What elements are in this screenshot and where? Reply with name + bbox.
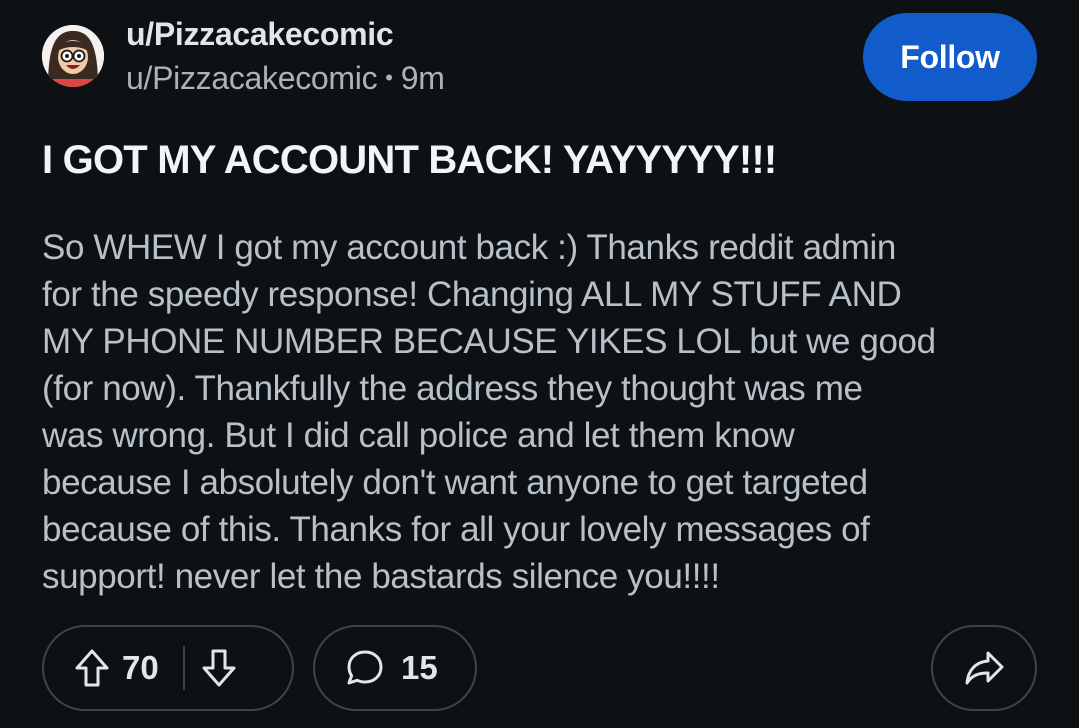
avatar[interactable] bbox=[42, 25, 104, 87]
author-display-name[interactable]: u/Pizzacakecomic bbox=[126, 12, 445, 56]
vote-bar: 70 bbox=[42, 625, 294, 711]
avatar-image bbox=[42, 25, 104, 87]
upvote-count: 70 bbox=[122, 649, 159, 686]
post-body-line: MY PHONE NUMBER BECAUSE YIKES LOL but we… bbox=[42, 322, 936, 361]
comments-button[interactable]: 15 bbox=[313, 625, 477, 711]
meta-separator: • bbox=[385, 65, 393, 90]
post-body: So WHEW I got my account back :) Thanks … bbox=[42, 224, 1042, 600]
post-body-line: because I absolutely don't want anyone t… bbox=[42, 463, 868, 502]
post-body-line: So WHEW I got my account back :) Thanks … bbox=[42, 228, 896, 267]
author-username[interactable]: u/Pizzacakecomic bbox=[126, 60, 378, 96]
upvote-icon[interactable] bbox=[74, 648, 110, 688]
follow-button[interactable]: Follow bbox=[863, 13, 1037, 101]
comment-count: 15 bbox=[401, 649, 438, 686]
downvote-icon[interactable] bbox=[201, 648, 237, 688]
post-body-line: because of this. Thanks for all your lov… bbox=[42, 510, 870, 549]
post-header: u/Pizzacakecomic u/Pizzacakecomic • 9m bbox=[126, 12, 445, 100]
post-timestamp: 9m bbox=[400, 60, 445, 96]
share-icon bbox=[963, 649, 1005, 687]
post-title: I GOT MY ACCOUNT BACK! YAYYYYY!!! bbox=[42, 138, 777, 182]
post-body-line: was wrong. But I did call police and let… bbox=[42, 416, 795, 455]
post-meta: u/Pizzacakecomic • 9m bbox=[126, 56, 445, 100]
comment-icon bbox=[345, 648, 385, 688]
share-button[interactable] bbox=[931, 625, 1037, 711]
post-card: u/Pizzacakecomic u/Pizzacakecomic • 9m Fol… bbox=[0, 0, 1079, 728]
vote-divider bbox=[182, 646, 185, 690]
post-body-line: for the speedy response! Changing ALL MY… bbox=[42, 275, 902, 314]
post-body-line: (for now). Thankfully the address they t… bbox=[42, 369, 863, 408]
post-body-line: support! never let the bastards silence … bbox=[42, 557, 720, 596]
